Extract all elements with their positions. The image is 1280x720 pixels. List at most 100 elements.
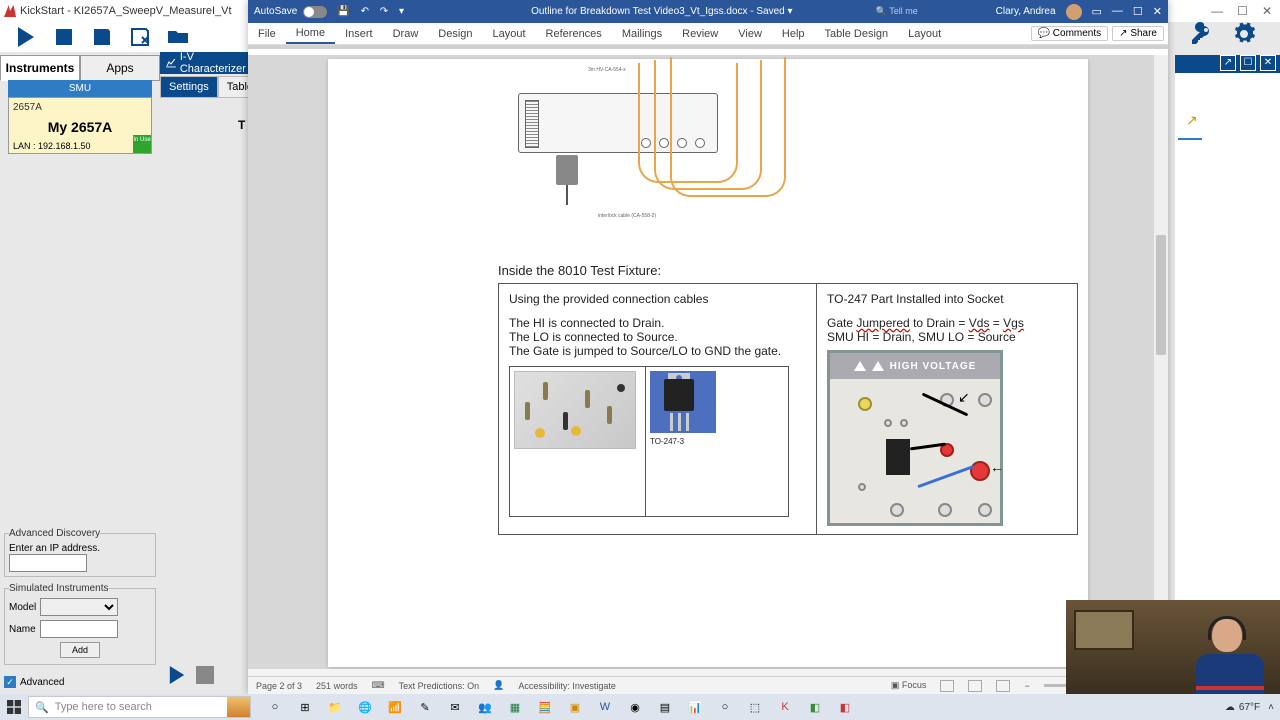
hv-board-image: HIGH VOLTAGE [827,350,1003,526]
taskbar-taskview-icon[interactable]: ⊞ [291,694,319,720]
right-cell-title: TO-247 Part Installed into Socket [827,292,1067,306]
gear-icon[interactable] [1232,22,1256,46]
taskbar-teams-icon[interactable]: 👥 [471,694,499,720]
ks-export-icon[interactable]: ↗ [1186,112,1198,129]
view-read-icon[interactable] [940,680,954,692]
taskbar-edge-icon[interactable]: 🌐 [351,694,379,720]
ks-close-panel-icon[interactable]: ✕ [1260,55,1276,71]
word-maximize-icon[interactable]: ☐ [1133,5,1143,18]
status-accessibility[interactable]: Accessibility: Investigate [518,681,616,691]
taskbar-explorer-icon[interactable]: 📁 [321,694,349,720]
status-predictions[interactable]: Text Predictions: On [399,681,480,691]
right-line2: SMU HI = Drain, SMU LO = Source [827,330,1067,344]
ribbon-help[interactable]: Help [772,23,815,44]
ribbon-design[interactable]: Design [428,23,482,44]
ks-maximize-icon[interactable]: ☐ [1240,55,1256,71]
taskbar-outlook-icon[interactable]: ✉ [441,694,469,720]
ribbon-layout[interactable]: Layout [483,23,536,44]
share-button[interactable]: ↗ Share [1112,26,1164,41]
taskbar-cortana-icon[interactable]: ○ [261,694,289,720]
ribbon-references[interactable]: References [536,23,612,44]
stop-icon[interactable] [54,27,74,47]
tell-me[interactable]: 🔍 Tell me [876,6,996,17]
qat-redo-icon[interactable]: ↷ [380,6,388,17]
advanced-checkbox[interactable]: ✓ [4,676,16,688]
taskbar-app1-icon[interactable]: 📶 [381,694,409,720]
word-user-name[interactable]: Clary, Andrea [996,6,1056,17]
taskbar-app4-icon[interactable]: ▣ [561,694,589,720]
taskbar-word-icon[interactable]: W [591,694,619,720]
ribbon-review[interactable]: Review [672,23,728,44]
word-close-icon[interactable]: ✕ [1153,5,1162,18]
status-lang-icon[interactable]: ⌨ [372,680,385,691]
run-icon[interactable] [16,27,36,47]
view-web-icon[interactable] [996,680,1010,692]
user-avatar-icon[interactable] [1066,4,1082,20]
smu-card[interactable]: 2657A My 2657A LAN : 192.168.1.50 In Use [8,97,152,154]
ribbon-table-design[interactable]: Table Design [815,23,899,44]
word-restore-icon[interactable]: — [1112,5,1123,18]
word-doc-title: Outline for Breakdown Test Video3_Vt_Igs… [448,6,876,17]
taskbar-app2-icon[interactable]: ✎ [411,694,439,720]
qat-dropdown-icon[interactable]: ▾ [399,6,404,17]
taskbar-chrome-icon[interactable]: ◉ [621,694,649,720]
model-select[interactable] [40,598,118,616]
taskbar-app6-icon[interactable]: 📊 [681,694,709,720]
word-canvas: 3m HV-CA-554-x interlock cable (CA-558-2… [248,55,1168,669]
taskbar-app10-icon[interactable]: ◧ [831,694,859,720]
kickstart-close-icon[interactable]: ✕ [1262,4,1272,18]
word-scrollbar[interactable] [1154,55,1168,669]
taskbar-app3-icon[interactable]: 🧮 [531,694,559,720]
qat-save-icon[interactable]: 💾 [337,6,349,17]
save-as-icon[interactable] [130,27,150,47]
status-page[interactable]: Page 2 of 3 [256,681,302,691]
ribbon-view[interactable]: View [728,23,772,44]
open-folder-icon[interactable] [168,27,188,47]
wiring-diagram: 3m HV-CA-554-x interlock cable (CA-558-2… [508,63,798,243]
add-button[interactable]: Add [60,642,100,658]
taskbar-search[interactable]: 🔍 Type here to search [28,696,228,718]
ip-address-input[interactable] [9,554,87,572]
kickstart-minimize-icon[interactable]: — [1211,4,1223,18]
taskbar-app7-icon[interactable]: ○ [711,694,739,720]
run-icon-bottom[interactable] [168,666,186,684]
qat-undo-icon[interactable]: ↶ [361,6,369,17]
taskbar-app8-icon[interactable]: ⬚ [741,694,769,720]
status-acc-icon[interactable]: 👤 [493,680,504,691]
taskbar-kickstart-icon[interactable]: K [771,694,799,720]
comments-button[interactable]: 💬 Comments [1031,26,1109,41]
zoom-out-icon[interactable]: − [1024,681,1029,691]
taskbar-camtasia-icon[interactable]: ◧ [801,694,829,720]
to247-caption: TO-247-3 [650,437,784,446]
advanced-discovery-group: Advanced Discovery Enter an IP address. [4,528,156,577]
webcam-overlay [1066,600,1280,694]
taskbar-app5-icon[interactable]: ▤ [651,694,679,720]
tray-chevron-icon[interactable]: ˄ [1268,702,1274,713]
ribbon-draw[interactable]: Draw [383,23,429,44]
search-highlight-icon[interactable] [227,696,251,718]
start-button[interactable] [0,694,28,720]
save-icon[interactable] [92,27,112,47]
ribbon-layout2[interactable]: Layout [898,23,951,44]
sim-name-input[interactable] [40,620,118,638]
autosave-toggle[interactable] [303,6,327,18]
status-words[interactable]: 251 words [316,681,358,691]
taskbar-excel-icon[interactable]: ▦ [501,694,529,720]
scrollbar-thumb[interactable] [1156,235,1166,355]
key-icon[interactable] [1190,22,1214,46]
ks-popout-icon[interactable]: ↗ [1220,55,1236,71]
stop-icon-bottom[interactable] [196,666,214,684]
word-minimize-icon[interactable]: ▭ [1092,5,1102,18]
word-page[interactable]: 3m HV-CA-554-x interlock cable (CA-558-2… [328,59,1088,667]
view-print-icon[interactable] [968,680,982,692]
ribbon-home[interactable]: Home [286,23,335,44]
tab-instruments[interactable]: Instruments [0,55,80,81]
status-focus[interactable]: ▣ Focus [891,680,927,691]
kickstart-maximize-icon[interactable]: ☐ [1237,4,1248,18]
ribbon-mailings[interactable]: Mailings [612,23,672,44]
ribbon-file[interactable]: File [248,23,286,44]
tab-apps[interactable]: Apps [80,55,160,81]
ribbon-insert[interactable]: Insert [335,23,383,44]
weather-widget[interactable]: ☁67°F [1225,702,1260,713]
tab-settings[interactable]: Settings [160,76,218,98]
